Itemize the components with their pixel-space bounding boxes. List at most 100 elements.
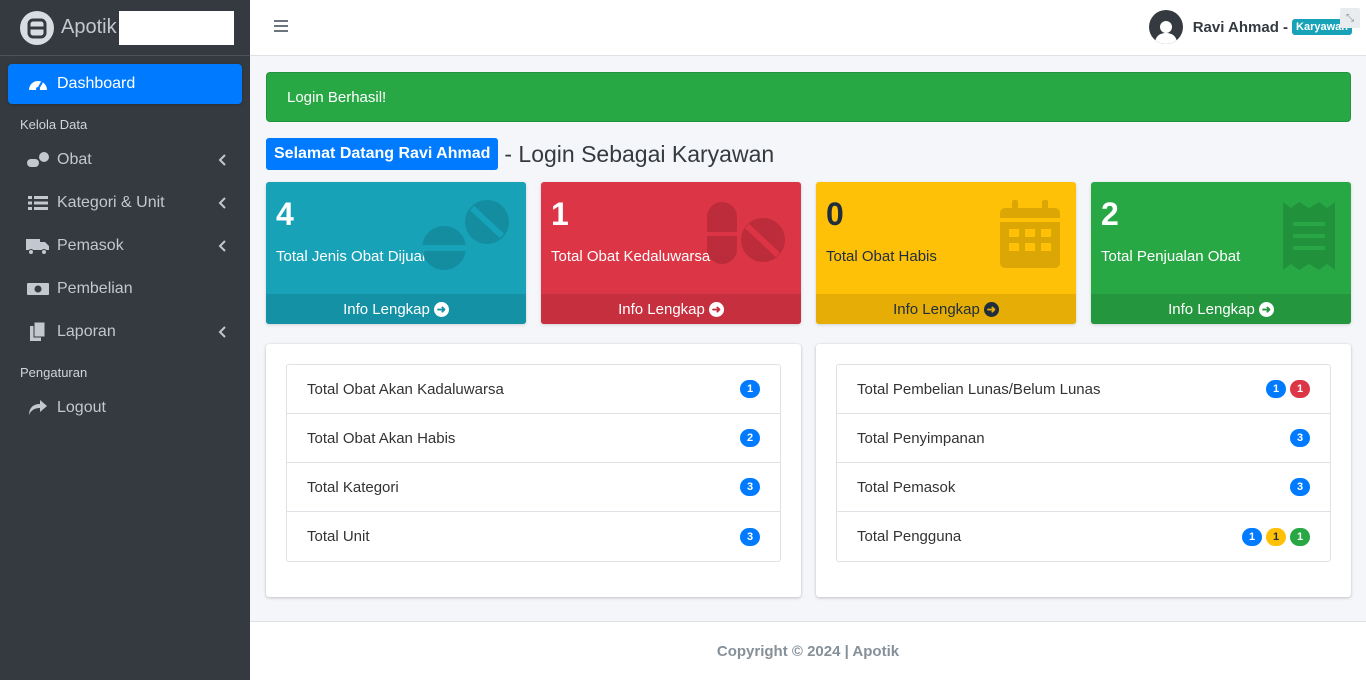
list-icon [26, 193, 50, 213]
info-lengkap-link[interactable]: Info Lengkap ➜ [266, 294, 526, 324]
brand[interactable]: Apotik [0, 0, 250, 56]
chevron-left-icon [218, 196, 226, 214]
sidebar-item-label: Laporan [57, 323, 116, 340]
truck-icon [26, 236, 50, 256]
count-badge: 3 [740, 527, 760, 546]
footer-label: Info Lengkap [1168, 300, 1255, 318]
copyright-text: Copyright © 2024 | Apotik [716, 642, 900, 660]
receipt-icon [1281, 200, 1337, 277]
share-icon [26, 398, 50, 418]
list-item: Total Penyimpanan 3 [837, 414, 1330, 463]
hamburger-menu-icon[interactable] [274, 19, 288, 38]
nav-header-pengaturan: Pengaturan [20, 365, 88, 380]
chevron-left-icon [218, 153, 226, 171]
stat-box-jenis-obat: 4 Total Jenis Obat Dijual Info Lengkap ➜ [266, 182, 526, 324]
list-item: Total Obat Akan Kadaluwarsa 1 [287, 365, 780, 414]
info-lengkap-link[interactable]: Info Lengkap ➜ [816, 294, 1076, 324]
list-item-label: Total Pemasok [857, 478, 956, 496]
count-badge: 1 [1290, 380, 1310, 398]
sidebar-item-pemasok[interactable]: Pemasok [8, 226, 242, 266]
page-footer: Copyright © 2024 | Apotik [250, 621, 1366, 680]
tachometer-icon [26, 74, 50, 94]
list-item-label: Total Pengguna [857, 528, 962, 545]
welcome-badge: Selamat Datang Ravi Ahmad [266, 138, 499, 170]
count-badge: 2 [740, 429, 760, 447]
stat-box-habis: 0 Total Obat Habis Info Lengkap ➜ [816, 182, 1076, 324]
arrow-circle-right-icon: ➜ [1258, 301, 1274, 317]
stat-box-penjualan: 2 Total Penjualan Obat Info Lengkap ➜ [1091, 182, 1351, 324]
count-badge: 3 [740, 478, 760, 496]
count-badge: 1 [1266, 527, 1286, 546]
sidebar-item-pembelian[interactable]: Pembelian [8, 269, 242, 309]
brand-logo-icon [20, 10, 54, 45]
footer-label: Info Lengkap [343, 300, 430, 318]
stat-value: 0 [826, 196, 844, 232]
sidebar: Apotik Dashboard Kelola Data Obat Katego… [0, 0, 250, 680]
count-badge: 1 [740, 380, 760, 398]
pills-icon [26, 150, 50, 170]
info-lengkap-link[interactable]: Info Lengkap ➜ [541, 294, 801, 324]
arrow-circle-right-icon: ➜ [983, 301, 999, 317]
stat-label: Total Obat Kedaluwarsa [551, 248, 711, 265]
stat-label: Total Jenis Obat Dijual [276, 248, 426, 265]
user-name: Ravi Ahmad - [1192, 18, 1289, 36]
sidebar-item-label: Obat [57, 151, 92, 168]
pills-icon [420, 200, 512, 277]
count-badge: 1 [1242, 527, 1262, 546]
user-menu[interactable]: Ravi Ahmad - Karyawan [1148, 10, 1352, 44]
summary-cards: Total Obat Akan Kadaluwarsa 1 Total Obat… [266, 344, 1351, 597]
list-item-label: Total Kategori [307, 478, 399, 496]
list-item: Total Obat Akan Habis 2 [287, 414, 780, 463]
expand-icon[interactable]: ⤡ [1340, 8, 1360, 28]
count-badge: 3 [1290, 429, 1310, 447]
summary-card-left: Total Obat Akan Kadaluwarsa 1 Total Obat… [266, 344, 801, 597]
summary-list-right: Total Pembelian Lunas/Belum Lunas 1 1 To… [836, 364, 1331, 562]
list-item: Total Pembelian Lunas/Belum Lunas 1 1 [837, 365, 1330, 414]
count-badge: 1 [1290, 527, 1310, 546]
user-avatar-icon [1148, 10, 1183, 44]
footer-label: Info Lengkap [618, 300, 705, 318]
stat-value: 2 [1101, 196, 1119, 232]
list-item-label: Total Unit [307, 528, 370, 545]
list-item: Total Unit 3 [287, 512, 780, 561]
chevron-left-icon [218, 239, 226, 257]
sidebar-item-kategori-unit[interactable]: Kategori & Unit [8, 183, 242, 223]
footer-label: Info Lengkap [893, 300, 980, 318]
brand-redaction [118, 10, 234, 45]
arrow-circle-right-icon: ➜ [433, 301, 449, 317]
stat-value: 1 [551, 196, 569, 232]
sidebar-item-label: Kategori & Unit [57, 194, 165, 211]
list-item-label: Total Obat Akan Habis [307, 429, 456, 447]
list-item-label: Total Obat Akan Kadaluwarsa [307, 380, 504, 398]
stat-label: Total Penjualan Obat [1101, 248, 1241, 265]
arrow-circle-right-icon: ➜ [708, 301, 724, 317]
sidebar-item-label: Dashboard [57, 75, 136, 92]
list-item: Total Pemasok 3 [837, 463, 1330, 512]
list-item: Total Pengguna 1 1 1 [837, 512, 1330, 561]
list-item-label: Total Penyimpanan [857, 429, 985, 447]
info-lengkap-link[interactable]: Info Lengkap ➜ [1091, 294, 1351, 324]
money-icon [26, 279, 50, 299]
stat-value: 4 [276, 196, 294, 232]
sidebar-item-label: Pembelian [57, 280, 133, 297]
welcome-text: - Login Sebagai Karyawan [504, 140, 775, 167]
list-item: Total Kategori 3 [287, 463, 780, 512]
summary-card-right: Total Pembelian Lunas/Belum Lunas 1 1 To… [816, 344, 1351, 597]
sidebar-item-logout[interactable]: Logout [8, 388, 242, 428]
success-alert: Login Berhasil! [266, 72, 1351, 122]
stat-boxes: 4 Total Jenis Obat Dijual Info Lengkap ➜… [266, 182, 1351, 324]
count-badge: 1 [1266, 380, 1286, 398]
nav-header-kelola: Kelola Data [20, 117, 88, 132]
welcome-heading: Selamat Datang Ravi Ahmad - Login Sebaga… [266, 138, 1351, 170]
copy-icon [26, 322, 50, 342]
sidebar-item-laporan[interactable]: Laporan [8, 312, 242, 352]
topbar: Ravi Ahmad - Karyawan ⤡ [250, 0, 1366, 56]
list-item-label: Total Pembelian Lunas/Belum Lunas [857, 380, 1101, 398]
sidebar-item-obat[interactable]: Obat [8, 140, 242, 180]
chevron-left-icon [218, 325, 226, 343]
summary-list-left: Total Obat Akan Kadaluwarsa 1 Total Obat… [286, 364, 781, 562]
main-content: Login Berhasil! Selamat Datang Ravi Ahma… [266, 72, 1351, 597]
sidebar-item-dashboard[interactable]: Dashboard [8, 64, 242, 104]
brand-name: Apotik [61, 16, 117, 38]
stat-box-kedaluwarsa: 1 Total Obat Kedaluwarsa Info Lengkap ➜ [541, 182, 801, 324]
